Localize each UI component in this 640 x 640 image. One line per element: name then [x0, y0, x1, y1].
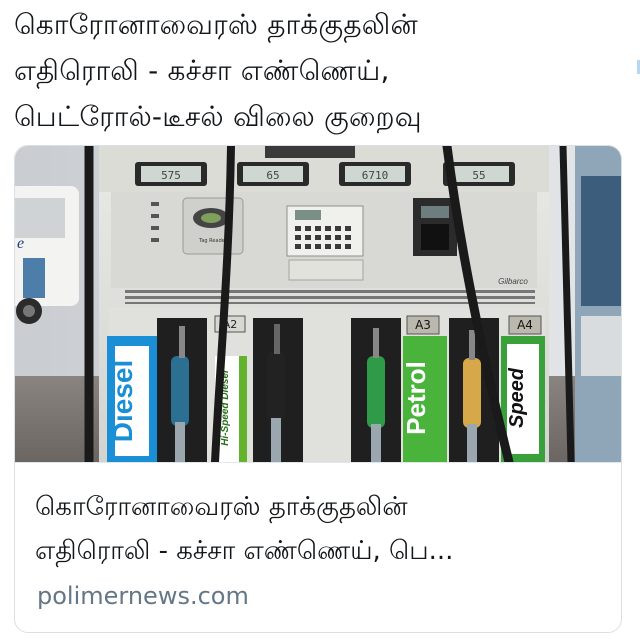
readout-4: 55 — [472, 169, 485, 182]
link-preview-domain[interactable]: polimernews.com — [37, 581, 249, 611]
manufacturer-label: Gilbarco — [498, 277, 528, 286]
link-preview-title[interactable]: கொரோனாவைரஸ் தாக்குதலின் எதிரொலி - கச்சா … — [35, 485, 605, 573]
link-preview-title-line: எதிரொலி - கச்சா எண்ணெய், பெ... — [35, 536, 454, 566]
nozzle-label-a4: A4 — [517, 318, 533, 332]
link-preview-body[interactable]: கொரோனாவைரஸ் தாக்குதலின் எதிரொலி - கச்சா … — [15, 462, 621, 632]
tweet-text-line: எதிரொலி - கச்சா எண்ணெய், — [14, 54, 390, 87]
fuel-pump-photo[interactable]: e 575 65 6710 55 Tag Reader Gilbarco A2 … — [15, 146, 621, 462]
speed-label: Speed — [506, 367, 528, 428]
readout-3: 6710 — [362, 169, 389, 182]
tweet-view: கொரோனாவைரஸ் தாக்குதலின் எதிரொலி - கச்சா … — [0, 0, 640, 640]
diesel-label: Diesel — [107, 360, 138, 443]
tweet-text-line: பெட்ரோல்-டீசல் விலை குறைவு — [14, 100, 422, 133]
petrol-panel: Petrol — [401, 336, 447, 462]
readout-1: 575 — [161, 169, 181, 182]
tweet-text: கொரோனாவைரஸ் தாக்குதலின் எதிரொலி - கச்சா … — [14, 2, 614, 140]
card-reader — [413, 198, 457, 256]
link-preview-title-line: கொரோனாவைரஸ் தாக்குதலின் — [35, 492, 408, 522]
tag-reader-label: Tag Reader — [198, 238, 228, 244]
diesel-panel: Diesel — [107, 336, 157, 462]
svg-text:e: e — [17, 235, 24, 252]
nozzle-label-a3: A3 — [415, 318, 431, 332]
keypad — [286, 205, 364, 281]
tweet-text-line: கொரோனாவைரஸ் தாக்குதலின் — [14, 8, 418, 41]
readout-2: 65 — [266, 169, 279, 182]
background-bus: e — [15, 186, 79, 324]
petrol-label: Petrol — [401, 361, 431, 435]
link-preview-card[interactable]: e 575 65 6710 55 Tag Reader Gilbarco A2 … — [14, 145, 622, 633]
tag-reader: Tag Reader — [182, 197, 244, 255]
